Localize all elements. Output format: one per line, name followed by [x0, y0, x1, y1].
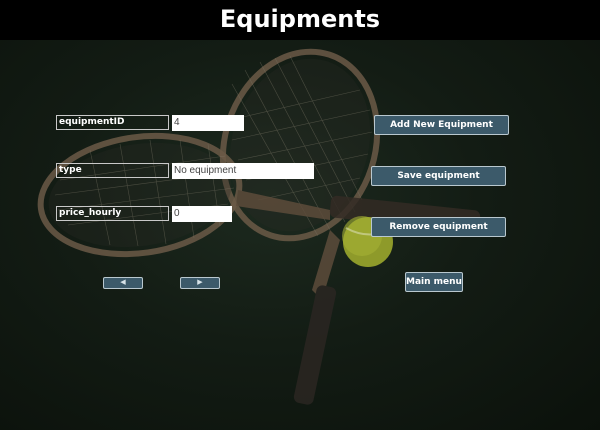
price-hourly-label: price_hourly	[56, 206, 169, 221]
save-equipment-button[interactable]: Save equipment	[371, 166, 506, 186]
type-input[interactable]	[172, 163, 314, 179]
add-new-equipment-button[interactable]: Add New Equipment	[374, 115, 509, 135]
equipments-form: Equipments equipmentID 4 type No equipme…	[0, 0, 600, 430]
tennis-rackets-background-image	[0, 40, 600, 430]
triangle-left-icon: ◀	[120, 279, 126, 286]
price-hourly-input[interactable]	[172, 206, 232, 222]
triangle-right-icon: ▶	[197, 279, 203, 286]
main-menu-button[interactable]: Main menu	[405, 272, 463, 292]
previous-record-button[interactable]: ◀	[103, 277, 143, 289]
equipment-id-label: equipmentID	[56, 115, 169, 130]
remove-equipment-button[interactable]: Remove equipment	[371, 217, 506, 237]
page-title: Equipments	[0, 0, 600, 40]
type-label: type	[56, 163, 169, 178]
equipment-id-input[interactable]	[172, 115, 244, 131]
next-record-button[interactable]: ▶	[180, 277, 220, 289]
